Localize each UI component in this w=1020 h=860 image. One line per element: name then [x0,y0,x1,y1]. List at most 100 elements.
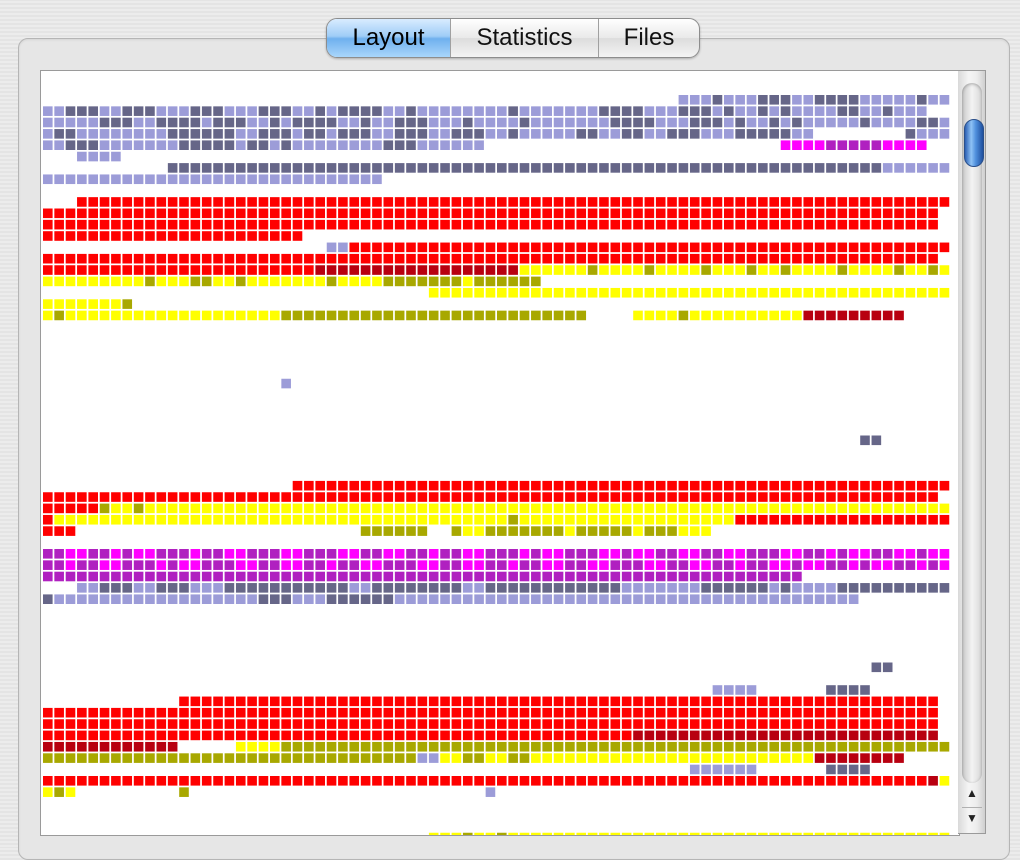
disk-block [587,514,598,525]
scroll-track[interactable] [962,83,984,783]
disk-block [939,129,950,139]
disk-block [360,197,371,207]
disk-block [644,265,655,275]
disk-block [122,707,133,718]
disk-block [372,310,382,321]
disk-block [905,129,916,139]
disk-block [372,719,382,729]
disk-block [610,571,621,582]
disk-block [780,242,791,253]
disk-block [916,549,927,559]
disk-block [655,549,666,559]
scroll-up-arrow-icon[interactable]: ▲ [962,783,982,803]
disk-block [939,560,950,570]
disk-layout-map[interactable] [40,70,960,836]
disk-block [213,174,223,185]
disk-block [43,299,53,309]
disk-block [542,253,552,264]
disk-block [338,776,348,786]
disk-block [542,719,552,729]
disk-block [383,492,394,502]
disk-block [497,832,507,835]
disk-block [610,583,621,593]
disk-block [916,514,927,525]
disk-block [167,594,178,604]
disk-block [224,696,235,707]
disk-block [746,583,757,593]
disk-block [928,208,938,219]
disk-block [882,696,893,707]
disk-block [644,741,655,752]
disk-block [621,163,632,173]
disk-block [508,719,518,729]
disk-block [145,492,155,502]
disk-block [803,310,814,321]
disk-block [54,526,64,536]
disk-block [701,287,711,298]
disk-block [610,741,621,752]
disk-block [88,151,98,162]
disk-block [587,208,598,219]
disk-block [735,242,745,253]
disk-block [678,265,689,275]
disk-block [88,583,98,593]
disk-block [88,560,98,570]
vertical-scrollbar[interactable]: ▲ ▼ [958,70,986,834]
disk-block [304,163,314,173]
disk-block [894,776,904,786]
disk-block [406,310,416,321]
scroll-thumb[interactable] [964,119,984,167]
disk-block [292,231,303,241]
disk-block [701,594,711,604]
disk-block [440,276,450,287]
disk-block [292,514,303,525]
disk-block [360,129,371,139]
tab-layout[interactable]: Layout [327,19,451,57]
disk-block [689,776,700,786]
tab-statistics[interactable]: Statistics [451,19,599,57]
disk-block [156,106,167,116]
disk-block [179,265,189,275]
disk-block [599,571,609,582]
disk-block [122,503,133,514]
disk-block [565,719,575,729]
disk-block [247,174,257,185]
disk-block [190,549,201,559]
disk-block [315,560,325,570]
disk-block [508,549,518,559]
disk-block [769,776,779,786]
disk-block [111,753,121,763]
disk-block [826,696,836,707]
disk-block [190,208,201,219]
disk-block [905,95,916,105]
disk-block [304,129,314,139]
disk-block [383,730,394,741]
disk-block [133,231,144,241]
disk-block [565,265,575,275]
disk-block [360,106,371,116]
disk-block [894,265,904,275]
disk-block [383,253,394,264]
disk-block [769,129,779,139]
disk-block [780,560,791,570]
disk-block [531,549,541,559]
disk-block [519,776,530,786]
disk-block [292,503,303,514]
disk-block [122,492,133,502]
disk-block [916,242,927,253]
disk-block [508,208,518,219]
disk-block [315,197,325,207]
disk-block [304,776,314,786]
disk-block [258,163,269,173]
disk-block [689,526,700,536]
disk-block [701,776,711,786]
disk-block [440,140,450,150]
disk-block [326,741,337,752]
disk-block [644,753,655,763]
scroll-down-arrow-icon[interactable]: ▼ [962,807,982,828]
disk-block [678,549,689,559]
disk-block [145,741,155,752]
disk-block [780,219,791,230]
tab-files[interactable]: Files [599,19,699,57]
disk-block [621,549,632,559]
